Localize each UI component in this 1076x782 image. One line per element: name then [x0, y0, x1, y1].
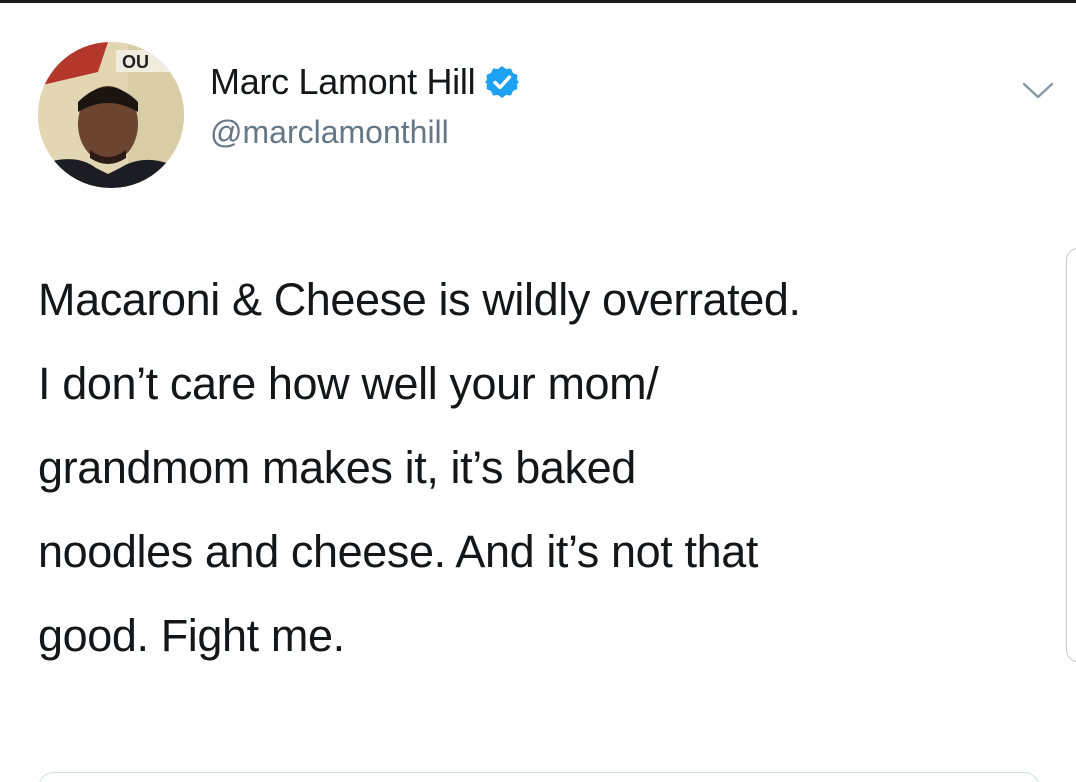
user-handle[interactable]: @marclamonthill [210, 114, 449, 151]
verified-badge-icon [485, 65, 520, 99]
embedded-card-edge [38, 772, 1040, 782]
chevron-down-icon[interactable] [1018, 76, 1058, 106]
tweet-text-line: Macaroni & Cheese is wildly overrated. [38, 274, 801, 325]
tweet-text-line: noodles and cheese. And it’s not that [38, 526, 758, 577]
avatar-banner-text: OU [122, 52, 149, 72]
tweet-text: Macaroni & Cheese is wildly overrated. I… [38, 258, 1048, 678]
display-name[interactable]: Marc Lamont Hill [210, 61, 476, 103]
adjacent-card-edge [1066, 248, 1076, 662]
avatar-photo: OU [38, 42, 184, 188]
avatar[interactable]: OU [38, 42, 184, 188]
tweet-text-line: grandmom makes it, it’s baked [38, 442, 636, 493]
tweet-header: OU Marc Lamont Hill @marclamonthill [38, 42, 1054, 188]
tweet-text-line: good. Fight me. [38, 610, 345, 661]
name-row: Marc Lamont Hill [210, 60, 520, 104]
top-divider [0, 0, 1076, 3]
tweet-screenshot: OU Marc Lamont Hill @marclamonthill Maca… [0, 0, 1076, 782]
tweet-text-line: I don’t care how well your mom/ [38, 358, 659, 409]
